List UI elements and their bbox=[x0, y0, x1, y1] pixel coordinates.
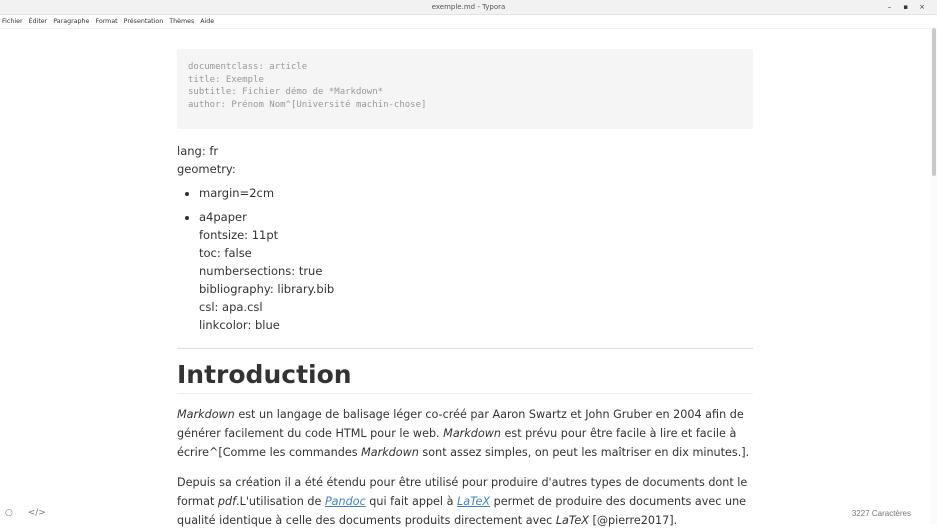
list-item: margin=2cm bbox=[199, 184, 753, 202]
source-code-mode-icon[interactable]: </> bbox=[28, 508, 46, 518]
outline-toggle-icon[interactable]: ○ bbox=[5, 508, 13, 518]
list-subline: numbersections: true bbox=[199, 264, 323, 278]
bullet-list[interactable]: margin=2cm a4paper fontsize: 11pt toc: f… bbox=[177, 184, 753, 334]
frontmatter-line: subtitle: Fichier démo de *Markdown* bbox=[188, 87, 384, 97]
paragraph-1[interactable]: Markdown est un langage de balisage lége… bbox=[177, 405, 753, 462]
title-bar: exemple.md - Typora – ▪ × bbox=[0, 0, 937, 15]
word-count[interactable]: 3227 Caractères bbox=[852, 509, 911, 518]
frontmatter-line: title: Exemple bbox=[188, 74, 264, 85]
list-subline: fontsize: 11pt bbox=[199, 228, 279, 242]
frontmatter-line: documentclass: article bbox=[188, 62, 308, 72]
maximize-button[interactable]: ▪ bbox=[899, 0, 913, 14]
close-button[interactable]: × bbox=[915, 0, 929, 14]
menu-fichier[interactable]: Fichier bbox=[2, 18, 23, 25]
scrollbar-thumb[interactable] bbox=[932, 28, 936, 176]
window-controls: – ▪ × bbox=[883, 0, 929, 14]
list-subline: bibliography: library.bib bbox=[199, 282, 335, 296]
menu-paragraphe[interactable]: Paragraphe bbox=[53, 18, 89, 25]
lang-line: lang: fr bbox=[177, 144, 219, 158]
menu-presentation[interactable]: Présentation bbox=[124, 18, 164, 25]
menu-format[interactable]: Format bbox=[95, 18, 117, 25]
yaml-front-matter[interactable]: documentclass: article title: Exemple su… bbox=[177, 49, 753, 129]
frontmatter-line: author: Prénom Nom^[Université machin-ch… bbox=[188, 99, 427, 110]
heading-introduction[interactable]: Introduction bbox=[177, 359, 753, 394]
horizontal-rule bbox=[177, 348, 753, 349]
meta-paragraph[interactable]: lang: fr geometry: bbox=[177, 142, 753, 178]
geometry-line: geometry: bbox=[177, 162, 236, 176]
window-title: exemple.md - Typora bbox=[431, 3, 506, 11]
status-bar: ○ </> 3227 Caractères bbox=[0, 502, 937, 524]
list-subline: linkcolor: blue bbox=[199, 318, 280, 332]
editor-area[interactable]: documentclass: article title: Exemple su… bbox=[177, 49, 753, 530]
minimize-button[interactable]: – bbox=[883, 0, 897, 14]
list-subline: toc: false bbox=[199, 246, 252, 260]
menu-editer[interactable]: Éditer bbox=[29, 18, 48, 25]
list-item: a4paper fontsize: 11pt toc: false number… bbox=[199, 208, 753, 334]
menu-bar: Fichier Éditer Paragraphe Format Présent… bbox=[0, 15, 937, 29]
menu-themes[interactable]: Thèmes bbox=[169, 18, 194, 25]
list-subline: csl: apa.csl bbox=[199, 300, 263, 314]
menu-aide[interactable]: Aide bbox=[200, 18, 214, 25]
vertical-scrollbar[interactable] bbox=[931, 28, 937, 524]
